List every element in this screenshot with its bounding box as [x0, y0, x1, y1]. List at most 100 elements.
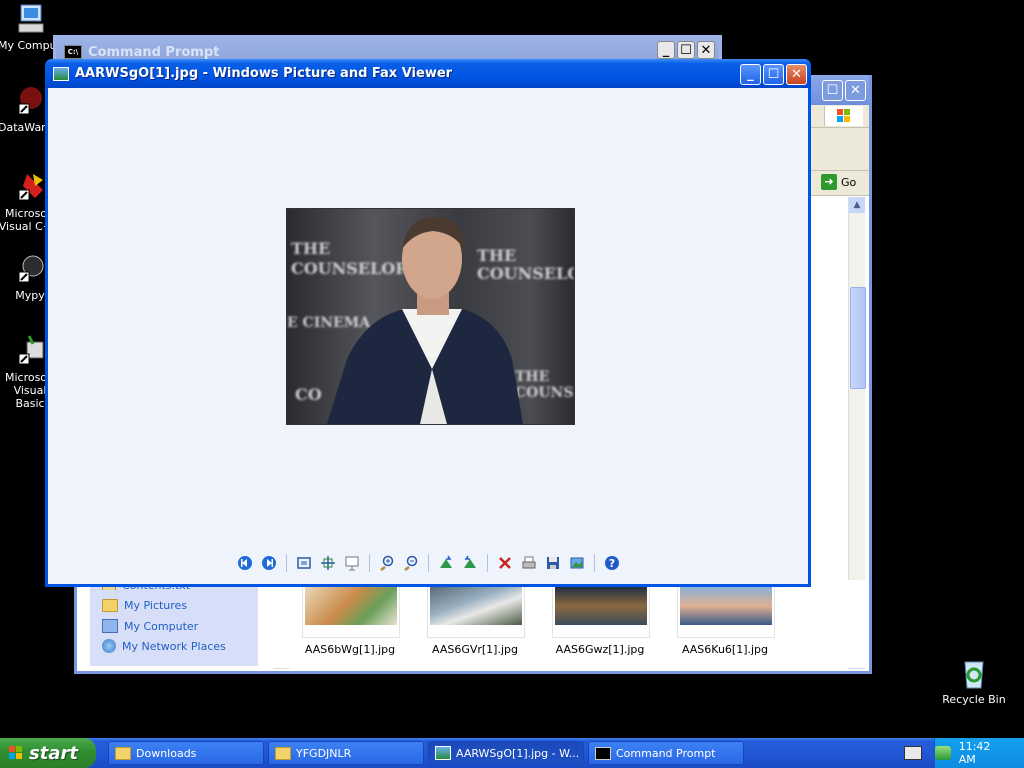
network-tray-icon[interactable]	[935, 746, 951, 760]
go-arrow-icon: ➜	[821, 174, 837, 190]
zoom-out-button[interactable]	[400, 552, 422, 574]
next-icon	[261, 556, 276, 570]
desktop-icon-recycle-bin[interactable]: Recycle Bin	[942, 656, 1006, 706]
delete-button[interactable]	[494, 552, 516, 574]
clock[interactable]: 11:42 AM	[959, 740, 1010, 766]
computer-icon	[102, 619, 118, 633]
cmd-title-wrap: C:\ Command Prompt	[64, 45, 219, 60]
taskbar: start Downloads YFGDJNLR AARWSgO[1].jpg …	[0, 738, 1024, 768]
thumbnail-item[interactable]	[552, 586, 650, 638]
edit-image-button[interactable]	[566, 552, 588, 574]
rotate-counterclockwise-button[interactable]	[459, 552, 481, 574]
windows-flag-icon	[8, 745, 24, 761]
save-button[interactable]	[542, 552, 564, 574]
help-icon: ?	[604, 556, 619, 570]
rotate-clockwise-icon	[439, 555, 452, 568]
picture-viewer-icon	[435, 746, 451, 760]
task-my-network-places[interactable]: My Network Places	[102, 639, 226, 653]
taskbar-button-downloads[interactable]: Downloads	[108, 741, 264, 765]
thumbnail-image	[305, 587, 397, 625]
save-icon	[546, 557, 559, 569]
thumbnail-label: AAS6bWg[1].jpg	[304, 643, 396, 656]
go-button[interactable]: ➜ Go	[821, 174, 856, 190]
thumbnail-image	[555, 587, 647, 625]
zoom-out-icon	[403, 555, 417, 571]
zoom-in-button[interactable]	[376, 552, 398, 574]
cmd-maximize-button[interactable]: ☐	[677, 41, 695, 59]
svg-text:?: ?	[608, 557, 614, 570]
thumbnail-item[interactable]	[302, 586, 400, 638]
scroll-up-button[interactable]: ▲	[849, 197, 865, 213]
thumbnail-item[interactable]	[427, 586, 525, 638]
toolbar-separator	[593, 554, 595, 572]
slideshow-icon	[345, 556, 358, 571]
photo-subject	[327, 217, 523, 424]
displayed-photo: THE COUNSELOR THE COUNSELOR E CINEMA THE…	[286, 208, 575, 425]
viewer-minimize-button[interactable]: _	[740, 64, 761, 85]
cmd-title: Command Prompt	[88, 44, 220, 60]
viewer-close-button[interactable]: ✕	[786, 64, 807, 85]
toolbar-separator	[285, 554, 287, 572]
taskbar-button-picture-viewer[interactable]: AARWSgO[1].jpg - W...	[428, 741, 584, 765]
folder-icon	[102, 599, 118, 612]
windows-logo-icon	[824, 106, 863, 126]
cmd-icon: C:\	[64, 45, 82, 59]
go-label: Go	[841, 175, 857, 189]
best-fit-icon	[296, 557, 311, 569]
scroll-thumb[interactable]	[850, 287, 866, 389]
actual-size-button[interactable]	[317, 552, 339, 574]
previous-icon	[237, 556, 252, 570]
rotate-counterclockwise-icon	[463, 555, 476, 568]
print-icon	[522, 556, 535, 569]
delete-icon	[498, 557, 511, 569]
picture-viewer-window[interactable]: AARWSgO[1].jpg - Windows Picture and Fax…	[45, 59, 811, 587]
viewer-titlebar[interactable]: AARWSgO[1].jpg - Windows Picture and Fax…	[45, 59, 811, 88]
print-button[interactable]	[518, 552, 540, 574]
thumbnail-label: AAS6Ku6[1].jpg	[681, 643, 769, 656]
thumbnail-label: AAS6GVr[1].jpg	[431, 643, 518, 656]
viewer-body: THE COUNSELOR THE COUNSELOR E CINEMA THE…	[48, 88, 808, 584]
system-tray: 11:42 AM	[934, 738, 1024, 768]
keyboard-icon[interactable]	[904, 746, 922, 760]
taskbar-button-yfgdjnlr[interactable]: YFGDJNLR	[268, 741, 424, 765]
rotate-clockwise-button[interactable]	[435, 552, 457, 574]
next-image-button[interactable]	[258, 552, 280, 574]
explorer-close-button[interactable]: ✕	[845, 80, 866, 101]
edit-image-icon	[570, 557, 583, 569]
viewer-maximize-button[interactable]: ☐	[763, 64, 784, 85]
task-my-computer[interactable]: My Computer	[102, 619, 198, 633]
cmd-minimize-button[interactable]: _	[657, 41, 675, 59]
previous-image-button[interactable]	[234, 552, 256, 574]
slideshow-button[interactable]	[341, 552, 363, 574]
zoom-in-icon	[379, 555, 393, 571]
desktop-icon-label: Recycle Bin	[942, 693, 1006, 706]
task-my-pictures[interactable]: My Pictures	[102, 599, 187, 612]
viewer-title: AARWSgO[1].jpg - Windows Picture and Fax…	[75, 66, 453, 81]
computer-icon	[13, 2, 47, 36]
thumbnail-image	[430, 587, 522, 625]
explorer-maximize-button[interactable]: ☐	[822, 80, 843, 101]
viewer-title-wrap: AARWSgO[1].jpg - Windows Picture and Fax…	[53, 66, 452, 81]
start-button[interactable]: start	[0, 738, 96, 768]
other-places-pane: Contents.txt My Pictures My Computer My …	[90, 580, 258, 666]
shortcut-icon	[13, 84, 47, 118]
visual-basic-icon	[13, 334, 47, 368]
cmd-close-button[interactable]: ✕	[697, 41, 715, 59]
best-fit-button[interactable]	[293, 552, 315, 574]
desktop-icon-label: Mypy	[15, 289, 45, 302]
help-button[interactable]: ?	[601, 552, 623, 574]
folder-icon	[115, 746, 131, 760]
picture-viewer-icon	[53, 66, 69, 81]
folder-icon	[275, 746, 291, 760]
python-icon	[13, 252, 47, 286]
toolbar-separator	[368, 554, 370, 572]
taskbar-button-command-prompt[interactable]: Command Prompt	[588, 741, 744, 765]
thumbnail-image	[680, 587, 772, 625]
actual-size-icon	[320, 556, 335, 570]
toolbar-separator	[427, 554, 429, 572]
thumbnail-item[interactable]	[677, 586, 775, 638]
recycle-bin-icon	[957, 656, 991, 690]
visual-cpp-icon	[13, 170, 47, 204]
viewer-toolbar: ?	[48, 552, 808, 574]
network-icon	[102, 639, 116, 653]
